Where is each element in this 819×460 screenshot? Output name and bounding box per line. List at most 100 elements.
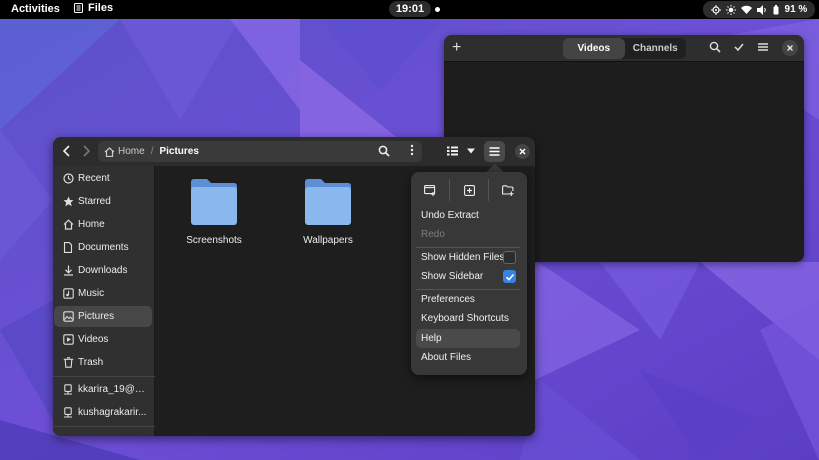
- sidebar-item-label: Documents: [78, 242, 129, 253]
- activities-button[interactable]: Activities: [11, 3, 60, 15]
- show-sidebar-checkbox[interactable]: [503, 270, 516, 283]
- plus-icon[interactable]: +: [452, 40, 461, 56]
- main-menu-button[interactable]: [484, 141, 505, 162]
- sidebar-item-label: Trash: [78, 357, 104, 368]
- trash-icon: [63, 357, 73, 368]
- sidebar-item-label: kushagrakarir...: [78, 407, 147, 418]
- menu-item-undo-extract[interactable]: Undo Extract: [416, 206, 520, 225]
- battery-percentage: 91 %: [784, 4, 808, 15]
- menu-item-help[interactable]: Help: [416, 329, 520, 348]
- menu-item-redo: Redo: [421, 229, 445, 240]
- folder-item[interactable]: Screenshots: [174, 178, 254, 246]
- folder-icon: [305, 179, 351, 225]
- remote-icon: [64, 384, 72, 395]
- new-folder-button[interactable]: [488, 179, 527, 201]
- new-tab-icon: [463, 184, 475, 196]
- battery-icon: [773, 4, 779, 14]
- check-icon[interactable]: [733, 41, 745, 53]
- new-folder-icon: [502, 184, 514, 196]
- location-icon: [710, 4, 721, 15]
- view-mode-button[interactable]: [444, 143, 460, 159]
- show-hidden-files-checkbox[interactable]: [503, 251, 516, 264]
- document-icon: [63, 242, 73, 253]
- star-icon: [63, 196, 73, 207]
- wifi-icon: [740, 5, 752, 14]
- picture-icon: [62, 311, 74, 322]
- breadcrumb-separator: /: [150, 146, 154, 157]
- video-icon: [62, 334, 74, 345]
- close-icon: [519, 148, 526, 155]
- menu-item-label: Show Sidebar: [421, 271, 484, 282]
- view-options-button[interactable]: [463, 143, 479, 159]
- clock-icon: [62, 173, 74, 184]
- hamburger-icon[interactable]: [757, 41, 769, 53]
- sidebar-item-trash[interactable]: Trash: [54, 352, 152, 373]
- home-icon: [63, 219, 73, 230]
- folder-label: Wallpapers: [303, 235, 353, 246]
- forward-button[interactable]: [78, 143, 94, 159]
- close-button[interactable]: [515, 144, 530, 159]
- tab-channels[interactable]: Channels: [625, 38, 687, 59]
- app-menu-button[interactable]: Files: [74, 2, 113, 14]
- close-button[interactable]: [782, 40, 798, 56]
- places-sidebar: Recent Starred Home Documents Downloads …: [53, 166, 155, 436]
- tab-videos[interactable]: Videos: [563, 38, 625, 59]
- sidebar-item-remote-2[interactable]: kushagrakarir...: [54, 402, 152, 423]
- hamburger-icon: [489, 147, 500, 156]
- notification-dot: [435, 7, 440, 12]
- chevron-right-icon: [83, 145, 91, 157]
- sidebar-item-recent[interactable]: Recent: [54, 168, 152, 189]
- menu-item-keyboard-shortcuts[interactable]: Keyboard Shortcuts: [416, 309, 520, 328]
- sidebar-item-starred[interactable]: Starred: [54, 191, 152, 212]
- sidebar-item-label: Music: [78, 288, 105, 299]
- sidebar-item-label: Home: [78, 219, 105, 230]
- menu-icon-row: [411, 179, 527, 201]
- volume-icon: [757, 4, 766, 15]
- sidebar-item-label: Downloads: [78, 265, 128, 276]
- back-button[interactable]: [59, 143, 75, 159]
- files-app-icon: [74, 3, 83, 13]
- checkmark-icon: [505, 273, 515, 281]
- clock-button[interactable]: 19:01: [389, 1, 431, 17]
- search-button[interactable]: [376, 143, 392, 159]
- files-header-bar: Home / Pictures: [53, 137, 535, 166]
- chevron-left-icon: [62, 145, 70, 157]
- system-status-menu[interactable]: 91 %: [703, 1, 815, 18]
- new-tab-button[interactable]: [449, 179, 488, 201]
- sidebar-item-videos[interactable]: Videos: [54, 329, 152, 350]
- remote-icon: [64, 407, 72, 418]
- folder-item[interactable]: Wallpapers: [288, 178, 368, 246]
- chevron-down-icon: [467, 148, 475, 154]
- brightness-icon: [725, 4, 736, 15]
- folder-label: Screenshots: [186, 235, 242, 246]
- menu-item-preferences[interactable]: Preferences: [416, 290, 520, 309]
- download-icon: [63, 265, 73, 276]
- folder-icon: [191, 179, 237, 225]
- breadcrumb-current[interactable]: Pictures: [159, 146, 198, 157]
- sidebar-item-downloads[interactable]: Downloads: [54, 260, 152, 281]
- music-icon: [62, 288, 74, 299]
- sidebar-item-documents[interactable]: Documents: [54, 237, 152, 258]
- menu-item-label: Show Hidden Files: [421, 252, 505, 263]
- app-name: Files: [88, 2, 114, 14]
- main-menu-popover: Undo Extract Redo Show Hidden Files Show…: [411, 172, 527, 375]
- menu-item-about-files[interactable]: About Files: [416, 348, 520, 367]
- list-view-icon: [446, 146, 458, 156]
- menu-item-show-sidebar[interactable]: Show Sidebar: [416, 267, 520, 286]
- sidebar-item-label: kkarira_19@nir...: [78, 384, 150, 395]
- sidebar-item-remote-1[interactable]: kkarira_19@nir...: [54, 379, 152, 400]
- sidebar-item-pictures[interactable]: Pictures: [54, 306, 152, 327]
- search-icon[interactable]: [709, 41, 721, 53]
- breadcrumb-home-label: Home: [118, 146, 145, 157]
- sidebar-item-music[interactable]: Music: [54, 283, 152, 304]
- menu-item-show-hidden-files[interactable]: Show Hidden Files: [416, 248, 520, 267]
- more-options-icon[interactable]: [410, 144, 414, 156]
- sidebar-item-label: Pictures: [78, 311, 115, 322]
- path-bar[interactable]: Home / Pictures: [98, 141, 422, 162]
- sidebar-item-home[interactable]: Home: [54, 214, 152, 235]
- sidebar-separator: [53, 376, 155, 377]
- sidebar-item-label: Starred: [78, 196, 111, 207]
- breadcrumb-home[interactable]: Home: [104, 146, 145, 157]
- sidebar-separator: [53, 426, 155, 427]
- new-window-button[interactable]: [411, 179, 449, 201]
